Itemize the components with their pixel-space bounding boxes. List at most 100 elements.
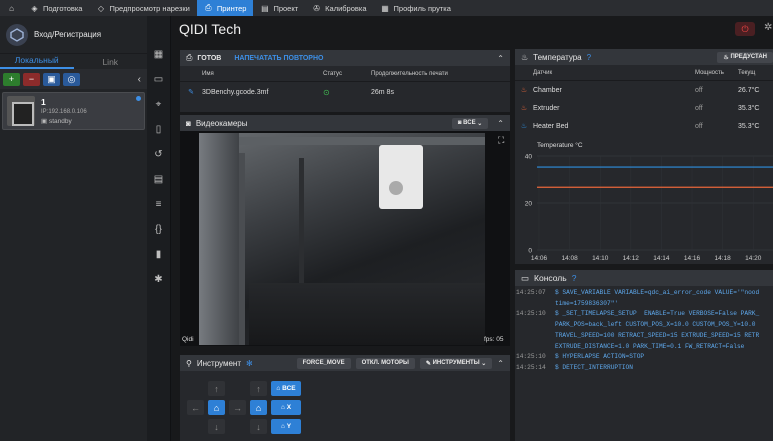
home-y-button[interactable]: ⌂ Y	[271, 419, 301, 434]
tab-filament-profile[interactable]: ▦ Профиль прутка	[374, 0, 458, 16]
sensor-row[interactable]: ♨ Extruder off 35.3°C	[515, 99, 773, 117]
motors-off-button[interactable]: ОТКЛ. МОТОРЫ	[355, 357, 415, 369]
console-icon: ▭	[521, 272, 530, 283]
tab-local[interactable]: Локальный	[0, 55, 74, 69]
console-line-time: 14:25:07	[516, 289, 546, 296]
tab-prepare[interactable]: ◈ Подготовка	[23, 0, 89, 16]
force-move-button[interactable]: FORCE_MOVE	[296, 357, 351, 369]
project-icon: ▤	[261, 3, 269, 13]
col-current: Текущ	[738, 69, 756, 76]
chart-xtick-label: 14:14	[653, 255, 670, 262]
help-icon[interactable]: ?	[587, 53, 591, 62]
emergency-stop-button[interactable]: ⏻	[735, 22, 755, 36]
jog-y-plus[interactable]: ↑	[208, 381, 225, 396]
reprint-button[interactable]: НАПЕЧАТАТЬ ПОВТОРНО	[234, 55, 323, 62]
login-area[interactable]: Вход/Регистрация	[0, 16, 147, 54]
console-line-message: $ SAVE_VARIABLE VARIABLE=qdc_ai_error_co…	[555, 289, 760, 296]
jog-x-minus[interactable]: ←	[187, 400, 204, 415]
selected-indicator	[136, 96, 141, 101]
device-icon[interactable]: ▮	[147, 242, 170, 267]
collapse-camera-icon[interactable]: ⌃	[497, 119, 504, 128]
document-icon[interactable]: ▤	[147, 167, 170, 192]
sensor-extruder-current: 35.3°C	[738, 104, 760, 112]
tab-calibration[interactable]: ✇ Калибровка	[305, 0, 373, 16]
power-icon: ⏻	[741, 23, 749, 34]
console-line-message: $ DETECT_INTERRUPTION	[555, 363, 633, 371]
camera-focus-icon[interactable]: ⌖	[147, 92, 170, 117]
login-label: Вход/Регистрация	[34, 30, 102, 39]
home-button[interactable]: ⌂	[0, 0, 23, 16]
console-line-time: 14:25:10	[516, 353, 546, 361]
settings-gear-icon[interactable]: ✱	[147, 267, 170, 292]
settings-icon[interactable]: ✲	[764, 22, 772, 33]
tab-filament-profile-label: Профиль прутка	[393, 3, 451, 13]
console-line-time	[515, 331, 555, 342]
home-x-button[interactable]: ⌂ X	[271, 400, 301, 415]
jog-y-minus[interactable]: ↓	[208, 419, 225, 434]
tab-link[interactable]: Link	[74, 57, 148, 69]
temperature-card: ♨ Температура ? ♨ ПРЕДУСТАН Датчик Мощно…	[515, 49, 773, 264]
tool-settings-icon[interactable]: ✻	[246, 359, 253, 368]
preheat-label: ПРЕДУСТАН	[730, 54, 767, 60]
bed-flame-icon: ♨	[520, 123, 528, 130]
home-xy-button[interactable]: ⌂	[208, 400, 225, 415]
console-help-icon[interactable]: ?	[572, 273, 577, 283]
tool-icon: ⚲	[186, 358, 192, 368]
collapse-tool-icon[interactable]: ⌃	[497, 359, 504, 368]
jog-z-plus[interactable]: ↑	[250, 381, 267, 396]
chart-xtick-label: 14:16	[684, 255, 701, 262]
temperature-title: Температура	[533, 52, 582, 62]
add-printer-button[interactable]: +	[3, 72, 20, 86]
tab-slice-preview[interactable]: ◇ Предпросмотр нарезки	[89, 0, 196, 16]
sliders-icon[interactable]: ≡	[147, 192, 170, 217]
terminal-icon[interactable]: ▭	[147, 67, 170, 92]
camera-view[interactable]: Qidi fps: 05 ⛶	[180, 131, 510, 346]
tab-project[interactable]: ▤ Проект	[253, 0, 305, 16]
sensor-extruder-power: off	[695, 104, 703, 112]
calibration-icon: ✇	[313, 3, 320, 13]
jog-z-minus[interactable]: ↓	[250, 419, 267, 434]
code-braces-icon[interactable]: {}	[147, 217, 170, 242]
home-all-button[interactable]: ⌂ ВСЕ	[271, 381, 301, 396]
print-bed	[249, 283, 485, 345]
tool-title: Инструмент	[196, 358, 241, 368]
camera-fps: fps: 05	[484, 336, 504, 343]
jog-x-plus[interactable]: →	[229, 400, 246, 415]
tools-menu-button[interactable]: ✎ ИНСТРУМЕНТЫ ⌄	[419, 357, 493, 369]
collapse-job-icon[interactable]: ⌃	[497, 54, 504, 63]
refresh-printer-button[interactable]: ◎	[63, 72, 80, 86]
sensor-row[interactable]: ♨ Heater Bed off 35.3°C	[515, 117, 773, 135]
side-rail: ▦ ▭ ⌖ ▯ ↺ ▤ ≡ {} ▮ ✱	[147, 16, 171, 441]
dashboard-icon[interactable]: ▦	[147, 42, 170, 67]
tab-slice-preview-label: Предпросмотр нарезки	[109, 3, 190, 13]
remove-printer-button[interactable]: −	[23, 72, 40, 86]
preheat-button[interactable]: ♨ ПРЕДУСТАН	[717, 51, 773, 63]
console-line-time: 14:25:14	[516, 363, 546, 371]
file-icon[interactable]: ▯	[147, 117, 170, 142]
extruder-flame-icon: ♨	[520, 105, 528, 112]
history-icon[interactable]: ↺	[147, 142, 170, 167]
collapse-sidebar-icon[interactable]: ‹	[138, 74, 144, 85]
job-header: ⎙ ГОТОВ НАПЕЧАТАТЬ ПОВТОРНО ⌃	[180, 50, 510, 66]
tab-printer-label: Принтер	[216, 3, 247, 13]
tab-printer[interactable]: ⎙ Принтер	[196, 0, 254, 16]
console-line-message: time=1759836307"'	[555, 299, 619, 307]
edit-printer-button[interactable]: ▣	[43, 72, 60, 86]
printer-status-icon: ▣	[41, 118, 49, 125]
console-line: 14:25:10 $ _SET_TIMELAPSE_SETUP ENABLE=Tr…	[515, 309, 773, 320]
console-line: time=1759836307"'	[515, 299, 773, 310]
camera-filter-button[interactable]: ◙ ВСЕ ⌄	[451, 117, 489, 129]
table-row[interactable]: ✎ 3DBenchy.gcode.3mf ⊙ 26m 8s	[180, 82, 510, 102]
printer-card[interactable]: 1 IP:192.168.0.106 ▣ standby	[2, 92, 145, 130]
camera-title: Видеокамеры	[195, 118, 248, 128]
filament-icon: ▦	[381, 3, 389, 13]
sensor-row[interactable]: ♨ Chamber off 26.7°C	[515, 81, 773, 99]
fullscreen-icon[interactable]: ⛶	[498, 135, 504, 146]
home-z-button[interactable]: ⌂	[250, 400, 267, 415]
file-icon: ✎	[188, 89, 194, 96]
chart-xtick-label: 14:06	[531, 255, 548, 262]
sensor-chamber-current: 26.7°C	[738, 86, 760, 94]
sensor-chamber-power: off	[695, 86, 703, 94]
camera-stream	[199, 133, 485, 345]
page-title: QIDI Tech	[179, 21, 241, 37]
